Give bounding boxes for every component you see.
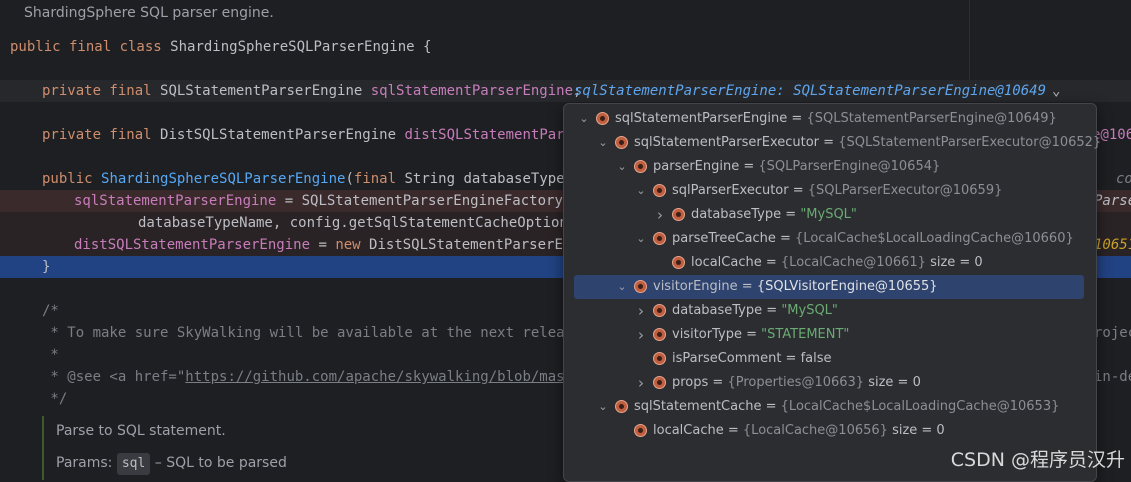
chevron-down-icon[interactable]: ⌄ bbox=[597, 395, 609, 419]
chevron-right-icon[interactable]: › bbox=[635, 323, 647, 347]
tree-node-label: sqlParserExecutor = {SQLParserExecutor@1… bbox=[672, 183, 1003, 198]
comment-line-1: * To make sure SkyWalking will be availa… bbox=[42, 325, 582, 341]
tree-node[interactable]: ⌄ sqlStatementParserEngine = {SQLStatemen… bbox=[564, 107, 1096, 131]
clipped-right-text-6: in-de bbox=[1094, 369, 1131, 385]
field-icon bbox=[634, 160, 647, 173]
tree-node[interactable]: ⌄ sqlStatementCache = {LocalCache$LocalLo… bbox=[564, 395, 1096, 419]
tree-node-label: localCache = {LocalCache@10656} size = 0 bbox=[653, 423, 945, 438]
field-icon bbox=[615, 400, 628, 413]
chevron-down-icon[interactable]: ⌄ bbox=[616, 275, 628, 299]
javadoc-params: Params: sql – SQL to be parsed bbox=[56, 452, 287, 475]
chevron-down-icon[interactable]: ⌄ bbox=[616, 155, 628, 179]
field-icon bbox=[653, 352, 666, 365]
rendered-javadoc: Parse to SQL statement. Params: sql – SQ… bbox=[42, 416, 564, 480]
chevron-down-icon[interactable]: ⌄ bbox=[1052, 80, 1060, 102]
field-icon bbox=[653, 376, 666, 389]
field-icon bbox=[653, 232, 666, 245]
constructor-declaration: public ShardingSphereSQLParserEngine(fin… bbox=[42, 171, 590, 187]
field-icon bbox=[634, 280, 647, 293]
field-icon bbox=[672, 208, 685, 221]
tree-node[interactable]: ⌄ parserEngine = {SQLParserEngine@10654} bbox=[564, 155, 1096, 179]
tree-node-label: sqlStatementCache = {LocalCache$LocalLoa… bbox=[634, 399, 1060, 414]
chevron-down-icon[interactable]: ⌄ bbox=[635, 179, 647, 203]
field-icon bbox=[615, 136, 628, 149]
chevron-right-icon[interactable]: › bbox=[635, 299, 647, 323]
tree-node-label: isParseComment = false bbox=[672, 351, 832, 366]
field-icon bbox=[596, 112, 609, 125]
comment-close: */ bbox=[42, 391, 68, 407]
tree-node-label: visitorType = "STATEMENT" bbox=[672, 327, 850, 342]
tree-node[interactable]: › visitorType = "STATEMENT" bbox=[564, 323, 1096, 347]
field-icon bbox=[634, 424, 647, 437]
tree-node-label: sqlStatementParserExecutor = {SQLStateme… bbox=[634, 135, 1102, 150]
watermark: CSDN @程序员汉升 bbox=[950, 449, 1125, 471]
tree-node-label: databaseType = "MySQL" bbox=[672, 303, 838, 318]
tree-node[interactable]: ⌄ visitorEngine = {SQLVisitorEngine@10655… bbox=[564, 275, 1096, 299]
comment-open: /* bbox=[42, 303, 59, 319]
tree-node[interactable]: localCache = {LocalCache@10656} size = 0 bbox=[564, 419, 1096, 443]
clipped-right-text-5: rojec bbox=[1094, 325, 1131, 341]
tree-node-label: databaseType = "MySQL" bbox=[691, 207, 857, 222]
class-declaration: public final class ShardingSphereSQLPars… bbox=[10, 39, 432, 55]
tree-node-label: sqlStatementParserEngine = {SQLStatement… bbox=[615, 111, 1057, 126]
field-dist-sql-statement-parser-engine: private final DistSQLStatementParserEngi… bbox=[42, 127, 590, 143]
github-link[interactable]: https://github.com/apache/skywalking/blo… bbox=[185, 369, 590, 385]
debug-value-popup[interactable]: ⌄ sqlStatementParserEngine = {SQLStatemen… bbox=[563, 103, 1101, 482]
assign-dist-sql-parser-engine: distSQLStatementParserEngine = new DistS… bbox=[74, 237, 589, 253]
tree-node-label: props = {Properties@10663} size = 0 bbox=[672, 375, 921, 390]
clipped-right-text-2: co bbox=[1116, 171, 1131, 187]
inline-debug-value[interactable]: sqlStatementParserEngine: SQLStatementPa… bbox=[574, 80, 1060, 102]
constructor-args-line: databaseTypeName, config.getSqlStatement… bbox=[138, 215, 585, 231]
doc-comment-top: ShardingSphere SQL parser engine. bbox=[24, 5, 274, 21]
field-icon bbox=[653, 328, 666, 341]
closing-brace: } bbox=[42, 259, 51, 275]
tree-node-label: localCache = {LocalCache@10661} size = 0 bbox=[691, 255, 983, 270]
chevron-down-icon[interactable]: ⌄ bbox=[597, 131, 609, 155]
clipped-right-text-3: Parse bbox=[1094, 193, 1131, 209]
javadoc-summary: Parse to SQL statement. bbox=[56, 423, 226, 439]
tree-node-label: parseTreeCache = {LocalCache$LocalLoadin… bbox=[672, 231, 1074, 246]
chevron-right-icon[interactable]: › bbox=[654, 203, 666, 227]
tree-node[interactable]: › databaseType = "MySQL" bbox=[564, 299, 1096, 323]
field-icon bbox=[653, 184, 666, 197]
field-sql-statement-parser-engine: private final SQLStatementParserEngine s… bbox=[42, 83, 582, 99]
tree-node[interactable]: › props = {Properties@10663} size = 0 bbox=[564, 371, 1096, 395]
field-icon bbox=[672, 256, 685, 269]
comment-line-3: * @see <a href="https://github.com/apach… bbox=[42, 369, 590, 385]
comment-line-2: * bbox=[42, 347, 59, 363]
tree-node-label: visitorEngine = {SQLVisitorEngine@10655} bbox=[653, 279, 938, 294]
tree-node[interactable]: › databaseType = "MySQL" bbox=[564, 203, 1096, 227]
clipped-right-text-4: 10651 bbox=[1094, 237, 1131, 253]
tree-node-label: parserEngine = {SQLParserEngine@10654} bbox=[653, 159, 941, 174]
tree-node[interactable]: ⌄ sqlStatementParserExecutor = {SQLStatem… bbox=[564, 131, 1101, 155]
tree-node[interactable]: isParseComment = false bbox=[564, 347, 1096, 371]
tree-node[interactable]: ⌄ sqlParserExecutor = {SQLParserExecutor@… bbox=[564, 179, 1096, 203]
chevron-down-icon[interactable]: ⌄ bbox=[578, 107, 590, 131]
chevron-right-icon[interactable]: › bbox=[635, 371, 647, 395]
tree-node[interactable]: ⌄ parseTreeCache = {LocalCache$LocalLoadi… bbox=[564, 227, 1096, 251]
chevron-down-icon[interactable]: ⌄ bbox=[635, 227, 647, 251]
field-icon bbox=[653, 304, 666, 317]
tree-node[interactable]: localCache = {LocalCache@10661} size = 0 bbox=[564, 251, 1096, 275]
assign-sql-statement-parser-engine: sqlStatementParserEngine = SQLStatementP… bbox=[74, 193, 588, 209]
